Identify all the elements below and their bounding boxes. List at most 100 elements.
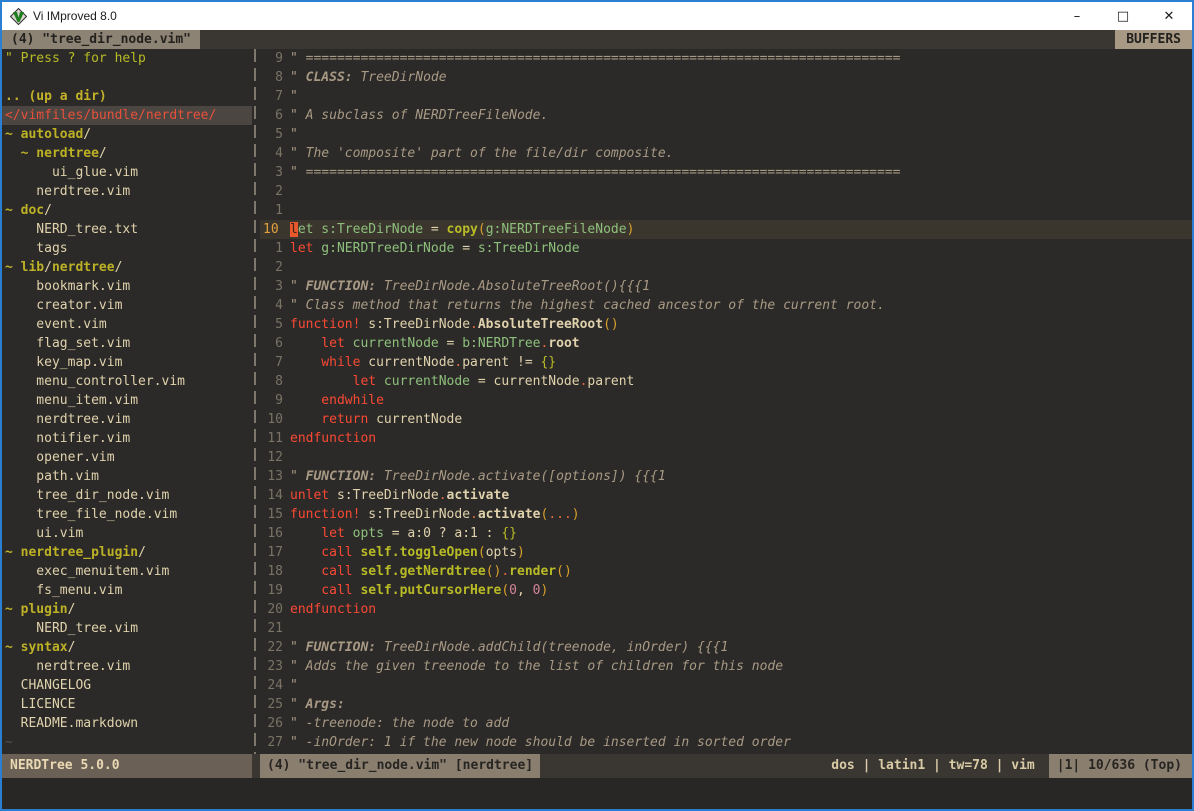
tree-item[interactable]: opener.vim: [2, 448, 252, 467]
tree-item[interactable]: ~ plugin/: [2, 600, 252, 619]
code-line[interactable]: 4" Class method that returns the highest…: [260, 296, 1192, 315]
tree-item[interactable]: ~ nerdtree/: [2, 144, 252, 163]
tree-item[interactable]: ~: [2, 733, 252, 752]
line-number: 2: [260, 258, 290, 277]
tree-item[interactable]: README.markdown: [2, 714, 252, 733]
line-number: 22: [260, 638, 290, 657]
line-number: 18: [260, 562, 290, 581]
code-line[interactable]: 2: [260, 182, 1192, 201]
line-number: 7: [260, 87, 290, 106]
tree-item[interactable]: NERD_tree.vim: [2, 619, 252, 638]
code-line[interactable]: 10 return currentNode: [260, 410, 1192, 429]
tree-item[interactable]: ~ nerdtree_plugin/: [2, 543, 252, 562]
code-line[interactable]: 3" FUNCTION: TreeDirNode.AbsoluteTreeRoo…: [260, 277, 1192, 296]
code-line[interactable]: 9" =====================================…: [260, 49, 1192, 68]
code-line[interactable]: 9 endwhile: [260, 391, 1192, 410]
code-line[interactable]: 1: [260, 201, 1192, 220]
window-title: Vi IMproved 8.0: [33, 9, 117, 23]
tree-item[interactable]: bookmark.vim: [2, 277, 252, 296]
command-line[interactable]: [2, 778, 1192, 809]
code-line[interactable]: 13" FUNCTION: TreeDirNode.activate([opti…: [260, 467, 1192, 486]
code-line[interactable]: 2: [260, 258, 1192, 277]
tree-item[interactable]: .. (up a dir): [2, 87, 252, 106]
code-line[interactable]: 7 while currentNode.parent != {}: [260, 353, 1192, 372]
line-number: 24: [260, 676, 290, 695]
code-line[interactable]: 17 call self.toggleOpen(opts): [260, 543, 1192, 562]
tree-item[interactable]: ~ syntax/: [2, 638, 252, 657]
tree-item[interactable]: fs_menu.vim: [2, 581, 252, 600]
code-line[interactable]: 8" CLASS: TreeDirNode: [260, 68, 1192, 87]
tree-item-selected[interactable]: </vimfiles/bundle/nerdtree/: [2, 106, 252, 125]
tab-tree-dir-node[interactable]: (4) "tree_dir_node.vim": [2, 30, 200, 49]
line-number: 19: [260, 581, 290, 600]
tree-item[interactable]: flag_set.vim: [2, 334, 252, 353]
code-line[interactable]: 8 let currentNode = currentNode.parent: [260, 372, 1192, 391]
tree-item[interactable]: tree_dir_node.vim: [2, 486, 252, 505]
code-line[interactable]: 23" Adds the given treenode to the list …: [260, 657, 1192, 676]
tree-item[interactable]: key_map.vim: [2, 353, 252, 372]
code-line[interactable]: 4" The 'composite' part of the file/dir …: [260, 144, 1192, 163]
maximize-button[interactable]: □: [1100, 2, 1146, 30]
tree-item[interactable]: tree_file_node.vim: [2, 505, 252, 524]
tree-item[interactable]: ~ autoload/: [2, 125, 252, 144]
code-line[interactable]: 11endfunction: [260, 429, 1192, 448]
minimize-button[interactable]: –: [1054, 2, 1100, 30]
code-line[interactable]: 26" -treenode: the node to add: [260, 714, 1192, 733]
line-number: 10: [260, 410, 290, 429]
code-line[interactable]: 3" =====================================…: [260, 163, 1192, 182]
code-line[interactable]: 5function! s:TreeDirNode.AbsoluteTreeRoo…: [260, 315, 1192, 334]
tree-item[interactable]: ui.vim: [2, 524, 252, 543]
line-number: 5: [260, 125, 290, 144]
code-line[interactable]: 14unlet s:TreeDirNode.activate: [260, 486, 1192, 505]
statusline-position: |1| 10/636 (Top): [1049, 754, 1192, 778]
statusline: NERDTree 5.0.0 (4) "tree_dir_node.vim" […: [2, 754, 1192, 778]
tree-item[interactable]: ui_glue.vim: [2, 163, 252, 182]
code-line[interactable]: 15function! s:TreeDirNode.activate(...): [260, 505, 1192, 524]
tree-item[interactable]: notifier.vim: [2, 429, 252, 448]
tree-item[interactable]: exec_menuitem.vim: [2, 562, 252, 581]
code-line[interactable]: 18 call self.getNerdtree().render(): [260, 562, 1192, 581]
tree-item[interactable]: nerdtree.vim: [2, 182, 252, 201]
line-number: 9: [260, 391, 290, 410]
code-line[interactable]: 6" A subclass of NERDTreeFileNode.: [260, 106, 1192, 125]
tree-item[interactable]: " Press ? for help: [2, 49, 252, 68]
tree-item[interactable]: menu_controller.vim: [2, 372, 252, 391]
buffers-label[interactable]: BUFFERS: [1115, 30, 1192, 49]
close-button[interactable]: ✕: [1146, 2, 1192, 30]
tree-item[interactable]: CHANGELOG: [2, 676, 252, 695]
window-controls: – □ ✕: [1054, 2, 1192, 30]
code-line[interactable]: 12: [260, 448, 1192, 467]
tree-item[interactable]: menu_item.vim: [2, 391, 252, 410]
tree-item[interactable]: LICENCE: [2, 695, 252, 714]
tree-item[interactable]: NERD_tree.txt: [2, 220, 252, 239]
code-line[interactable]: 27" -inOrder: 1 if the new node should b…: [260, 733, 1192, 752]
code-line[interactable]: 25" Args:: [260, 695, 1192, 714]
code-line[interactable]: 16 let opts = a:0 ? a:1 : {}: [260, 524, 1192, 543]
code-line-current[interactable]: 10let s:TreeDirNode = copy(g:NERDTreeFil…: [260, 220, 1192, 239]
tree-item[interactable]: nerdtree.vim: [2, 410, 252, 429]
code-line[interactable]: 1let g:NERDTreeDirNode = s:TreeDirNode: [260, 239, 1192, 258]
line-number: 2: [260, 182, 290, 201]
code-line[interactable]: 5": [260, 125, 1192, 144]
code-line[interactable]: 21: [260, 619, 1192, 638]
tree-item[interactable]: ~ lib/nerdtree/: [2, 258, 252, 277]
tree-item[interactable]: nerdtree.vim: [2, 657, 252, 676]
tree-item[interactable]: tags: [2, 239, 252, 258]
code-line[interactable]: 6 let currentNode = b:NERDTree.root: [260, 334, 1192, 353]
nerdtree-statusline: NERDTree 5.0.0: [2, 754, 252, 778]
editor-panel: 9" =====================================…: [260, 49, 1192, 754]
code-line[interactable]: 7": [260, 87, 1192, 106]
code-line[interactable]: 24": [260, 676, 1192, 695]
tree-item[interactable]: creator.vim: [2, 296, 252, 315]
vim-icon: [10, 8, 27, 25]
line-number: 8: [260, 372, 290, 391]
tree-item[interactable]: [2, 68, 252, 87]
window-separator[interactable]: [252, 49, 260, 754]
code-line[interactable]: 20endfunction: [260, 600, 1192, 619]
tree-item[interactable]: ~ doc/: [2, 201, 252, 220]
line-number: 14: [260, 486, 290, 505]
code-line[interactable]: 19 call self.putCursorHere(0, 0): [260, 581, 1192, 600]
code-line[interactable]: 22" FUNCTION: TreeDirNode.addChild(treen…: [260, 638, 1192, 657]
tree-item[interactable]: event.vim: [2, 315, 252, 334]
tree-item[interactable]: path.vim: [2, 467, 252, 486]
